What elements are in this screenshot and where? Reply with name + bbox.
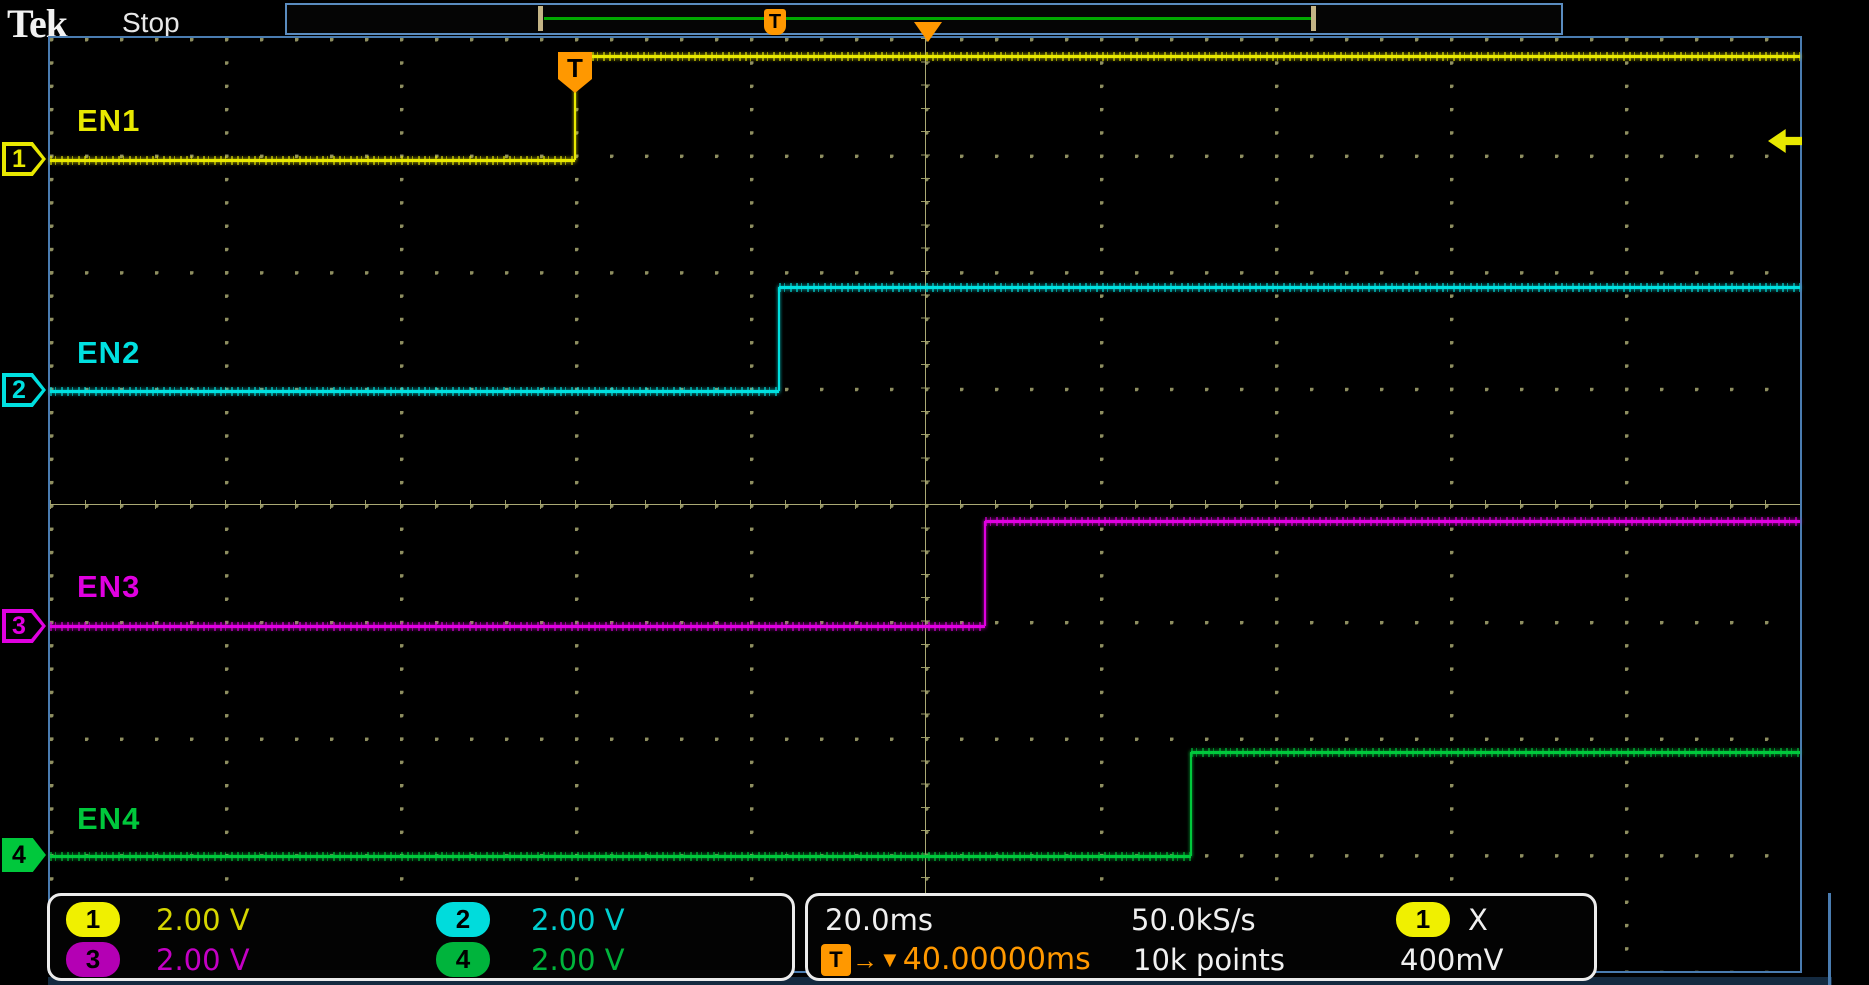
channel-number: 3 [2,609,46,643]
ch4-trace-high [1191,751,1800,754]
trigger-delay-value: 40.00000ms [903,944,1091,976]
ch3-scale-readout: 2.00 V [156,943,250,978]
ch1-trace-low [50,159,575,162]
ch2-trace-high [779,286,1800,289]
ch4-rising-edge [1190,752,1192,856]
acquisition-status: Stop [122,7,180,39]
ch3-ground-marker: 3 [2,609,46,643]
ch4-signal-label: EN4 [77,801,140,837]
ch2-signal-label: EN2 [77,335,140,371]
ch1-badge: 1 [66,902,120,937]
record-window-right-bracket [1311,6,1316,31]
channel-number: 2 [2,373,46,407]
ch4-badge: 4 [436,942,490,977]
ch1-scale-readout: 2.00 V [156,903,250,938]
trigger-slope-glyph: X [1468,903,1488,938]
trigger-t-icon: T [821,944,851,976]
trigger-level-readout: 400mV [1400,943,1503,978]
horizontal-position-triangle-icon [914,22,942,42]
ch2-badge: 2 [436,902,490,937]
timebase-readout: 20.0ms [825,903,933,938]
ch3-rising-edge [984,521,986,626]
record-length-readout: 10k points [1133,943,1285,978]
ch4-scale-readout: 2.00 V [531,943,625,978]
ch3-badge: 3 [66,942,120,977]
channel-readout-box: 1 2.00 V 2 2.00 V 3 2.00 V 4 2.00 V [47,893,795,981]
ch3-trace-high [985,520,1800,523]
ch1-ground-marker: 1 [2,142,46,176]
channel-number: 4 [2,838,46,872]
ch4-ground-marker: 4 [2,838,46,872]
record-window-left-bracket [538,6,543,31]
ch2-ground-marker: 2 [2,373,46,407]
trigger-source-badge: 1 [1396,902,1450,937]
ch1-signal-label: EN1 [77,103,140,139]
horizontal-trigger-readout-box: 20.0ms 50.0kS/s T → ▼ 40.00000ms 10k poi… [805,893,1597,981]
ch1-trace-high [575,55,1800,58]
graticule [48,36,1802,973]
record-window-line [544,17,1313,20]
triangle-down-icon: ▼ [879,944,901,976]
ch2-rising-edge [778,287,780,391]
channel-number: 1 [2,142,46,176]
ch4-trace-low [50,855,1191,858]
arrow-right-icon: → [852,944,878,976]
oscilloscope-screen: Tek Stop T EN11EN22EN33EN44 T 12.00 V22.… [0,0,1869,985]
trigger-delay-readout: T → ▼ 40.00000ms [821,944,1091,976]
ch2-scale-readout: 2.00 V [531,903,625,938]
record-trigger-marker: T [764,9,786,35]
ch2-trace-low [50,390,779,393]
ch3-signal-label: EN3 [77,569,140,605]
sample-rate-readout: 50.0kS/s [1131,903,1256,938]
ch3-trace-low [50,625,985,628]
bezel-edge-line [1828,893,1831,985]
center-vertical-axis [921,38,930,971]
